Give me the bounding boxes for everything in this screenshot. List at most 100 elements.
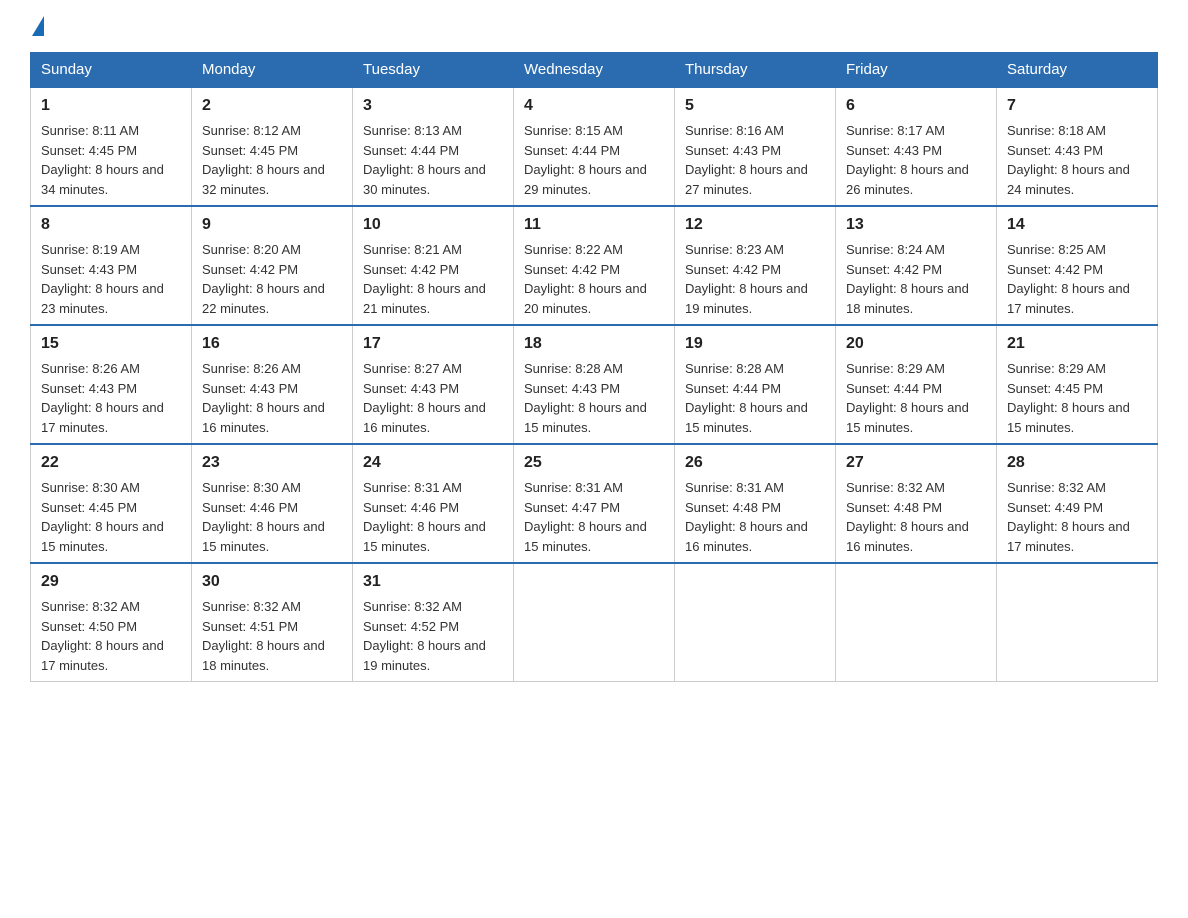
calendar-day-cell: 21 Sunrise: 8:29 AMSunset: 4:45 PMDayligh… [997, 325, 1158, 444]
day-number: 5 [685, 94, 825, 118]
day-info: Sunrise: 8:11 AMSunset: 4:45 PMDaylight:… [41, 123, 164, 197]
day-info: Sunrise: 8:29 AMSunset: 4:45 PMDaylight:… [1007, 361, 1130, 435]
day-info: Sunrise: 8:27 AMSunset: 4:43 PMDaylight:… [363, 361, 486, 435]
day-info: Sunrise: 8:13 AMSunset: 4:44 PMDaylight:… [363, 123, 486, 197]
day-number: 13 [846, 213, 986, 237]
weekday-header-thursday: Thursday [675, 53, 836, 88]
day-number: 1 [41, 94, 181, 118]
day-info: Sunrise: 8:12 AMSunset: 4:45 PMDaylight:… [202, 123, 325, 197]
day-number: 18 [524, 332, 664, 356]
calendar-day-cell: 23Sunrise: 8:30 AMSunset: 4:46 PMDayligh… [192, 444, 353, 563]
calendar-day-cell: 15Sunrise: 8:26 AMSunset: 4:43 PMDayligh… [31, 325, 192, 444]
day-info: Sunrise: 8:31 AMSunset: 4:47 PMDaylight:… [524, 480, 647, 554]
day-number: 30 [202, 570, 342, 594]
calendar-day-cell: 4Sunrise: 8:15 AMSunset: 4:44 PMDaylight… [514, 87, 675, 206]
day-info: Sunrise: 8:19 AMSunset: 4:43 PMDaylight:… [41, 242, 164, 316]
calendar-day-cell [675, 563, 836, 682]
calendar-day-cell: 17Sunrise: 8:27 AMSunset: 4:43 PMDayligh… [353, 325, 514, 444]
day-number: 25 [524, 451, 664, 475]
calendar-week-row: 22 Sunrise: 8:30 AMSunset: 4:45 PMDayligh… [31, 444, 1158, 563]
calendar-day-cell: 18 Sunrise: 8:28 AMSunset: 4:43 PMDayligh… [514, 325, 675, 444]
page-header [30, 20, 1158, 36]
day-number: 15 [41, 332, 181, 356]
weekday-header-row: SundayMondayTuesdayWednesdayThursdayFrid… [31, 53, 1158, 88]
day-number: 19 [685, 332, 825, 356]
calendar-day-cell: 27 Sunrise: 8:32 AMSunset: 4:48 PMDayligh… [836, 444, 997, 563]
calendar-day-cell: 14 Sunrise: 8:25 AMSunset: 4:42 PMDayligh… [997, 206, 1158, 325]
calendar-day-cell: 30 Sunrise: 8:32 AMSunset: 4:51 PMDayligh… [192, 563, 353, 682]
weekday-header-sunday: Sunday [31, 53, 192, 88]
calendar-week-row: 1 Sunrise: 8:11 AMSunset: 4:45 PMDaylight… [31, 87, 1158, 206]
calendar-day-cell [514, 563, 675, 682]
calendar-day-cell: 28 Sunrise: 8:32 AMSunset: 4:49 PMDayligh… [997, 444, 1158, 563]
day-info: Sunrise: 8:26 AMSunset: 4:43 PMDaylight:… [202, 361, 325, 435]
day-info: Sunrise: 8:32 AMSunset: 4:52 PMDaylight:… [363, 599, 486, 673]
day-number: 4 [524, 94, 664, 118]
day-info: Sunrise: 8:31 AMSunset: 4:46 PMDaylight:… [363, 480, 486, 554]
calendar-day-cell: 31 Sunrise: 8:32 AMSunset: 4:52 PMDayligh… [353, 563, 514, 682]
day-info: Sunrise: 8:22 AMSunset: 4:42 PMDaylight:… [524, 242, 647, 316]
day-number: 3 [363, 94, 503, 118]
day-info: Sunrise: 8:24 AMSunset: 4:42 PMDaylight:… [846, 242, 969, 316]
day-info: Sunrise: 8:20 AMSunset: 4:42 PMDaylight:… [202, 242, 325, 316]
day-info: Sunrise: 8:32 AMSunset: 4:49 PMDaylight:… [1007, 480, 1130, 554]
day-info: Sunrise: 8:28 AMSunset: 4:44 PMDaylight:… [685, 361, 808, 435]
calendar-week-row: 29 Sunrise: 8:32 AMSunset: 4:50 PMDayligh… [31, 563, 1158, 682]
weekday-header-friday: Friday [836, 53, 997, 88]
calendar-day-cell: 12 Sunrise: 8:23 AMSunset: 4:42 PMDayligh… [675, 206, 836, 325]
calendar-day-cell: 24 Sunrise: 8:31 AMSunset: 4:46 PMDayligh… [353, 444, 514, 563]
day-info: Sunrise: 8:30 AMSunset: 4:46 PMDaylight:… [202, 480, 325, 554]
day-info: Sunrise: 8:16 AMSunset: 4:43 PMDaylight:… [685, 123, 808, 197]
calendar-day-cell: 16 Sunrise: 8:26 AMSunset: 4:43 PMDayligh… [192, 325, 353, 444]
calendar-day-cell: 22 Sunrise: 8:30 AMSunset: 4:45 PMDayligh… [31, 444, 192, 563]
calendar-table: SundayMondayTuesdayWednesdayThursdayFrid… [30, 52, 1158, 682]
day-info: Sunrise: 8:30 AMSunset: 4:45 PMDaylight:… [41, 480, 164, 554]
calendar-day-cell [836, 563, 997, 682]
calendar-day-cell: 26Sunrise: 8:31 AMSunset: 4:48 PMDayligh… [675, 444, 836, 563]
calendar-day-cell: 10Sunrise: 8:21 AMSunset: 4:42 PMDayligh… [353, 206, 514, 325]
calendar-day-cell [997, 563, 1158, 682]
calendar-week-row: 8 Sunrise: 8:19 AMSunset: 4:43 PMDaylight… [31, 206, 1158, 325]
calendar-day-cell: 6 Sunrise: 8:17 AMSunset: 4:43 PMDaylight… [836, 87, 997, 206]
calendar-day-cell: 1 Sunrise: 8:11 AMSunset: 4:45 PMDaylight… [31, 87, 192, 206]
day-info: Sunrise: 8:32 AMSunset: 4:51 PMDaylight:… [202, 599, 325, 673]
day-number: 8 [41, 213, 181, 237]
calendar-day-cell: 20Sunrise: 8:29 AMSunset: 4:44 PMDayligh… [836, 325, 997, 444]
day-number: 24 [363, 451, 503, 475]
calendar-day-cell: 9 Sunrise: 8:20 AMSunset: 4:42 PMDaylight… [192, 206, 353, 325]
day-number: 7 [1007, 94, 1147, 118]
day-info: Sunrise: 8:28 AMSunset: 4:43 PMDaylight:… [524, 361, 647, 435]
day-number: 22 [41, 451, 181, 475]
day-info: Sunrise: 8:23 AMSunset: 4:42 PMDaylight:… [685, 242, 808, 316]
day-number: 16 [202, 332, 342, 356]
day-info: Sunrise: 8:29 AMSunset: 4:44 PMDaylight:… [846, 361, 969, 435]
calendar-day-cell: 11 Sunrise: 8:22 AMSunset: 4:42 PMDayligh… [514, 206, 675, 325]
calendar-day-cell: 7Sunrise: 8:18 AMSunset: 4:43 PMDaylight… [997, 87, 1158, 206]
weekday-header-monday: Monday [192, 53, 353, 88]
day-info: Sunrise: 8:17 AMSunset: 4:43 PMDaylight:… [846, 123, 969, 197]
calendar-week-row: 15 Sunrise: 8:26 AMSunset: 4:43 PMDayligh… [31, 325, 1158, 444]
calendar-day-cell: 13 Sunrise: 8:24 AMSunset: 4:42 PMDayligh… [836, 206, 997, 325]
weekday-header-tuesday: Tuesday [353, 53, 514, 88]
day-info: Sunrise: 8:32 AMSunset: 4:48 PMDaylight:… [846, 480, 969, 554]
day-number: 27 [846, 451, 986, 475]
day-number: 28 [1007, 451, 1147, 475]
day-number: 9 [202, 213, 342, 237]
day-number: 29 [41, 570, 181, 594]
day-info: Sunrise: 8:25 AMSunset: 4:42 PMDaylight:… [1007, 242, 1130, 316]
day-number: 31 [363, 570, 503, 594]
day-number: 2 [202, 94, 342, 118]
logo [30, 20, 44, 36]
calendar-day-cell: 29 Sunrise: 8:32 AMSunset: 4:50 PMDayligh… [31, 563, 192, 682]
day-info: Sunrise: 8:32 AMSunset: 4:50 PMDaylight:… [41, 599, 164, 673]
calendar-day-cell: 25 Sunrise: 8:31 AMSunset: 4:47 PMDayligh… [514, 444, 675, 563]
day-number: 14 [1007, 213, 1147, 237]
day-number: 6 [846, 94, 986, 118]
calendar-day-cell: 5 Sunrise: 8:16 AMSunset: 4:43 PMDaylight… [675, 87, 836, 206]
day-number: 21 [1007, 332, 1147, 356]
day-number: 12 [685, 213, 825, 237]
calendar-day-cell: 3 Sunrise: 8:13 AMSunset: 4:44 PMDaylight… [353, 87, 514, 206]
day-number: 11 [524, 213, 664, 237]
calendar-day-cell: 19 Sunrise: 8:28 AMSunset: 4:44 PMDayligh… [675, 325, 836, 444]
day-number: 10 [363, 213, 503, 237]
